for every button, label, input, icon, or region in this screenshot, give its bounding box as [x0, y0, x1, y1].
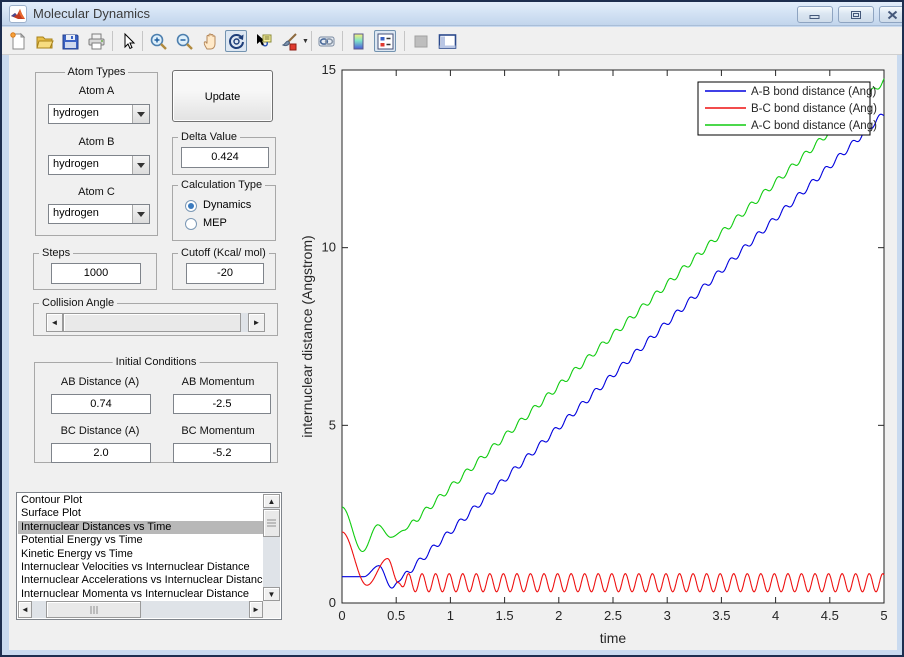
list-vertical-scrollbar[interactable]: ▲ ▼ — [263, 494, 280, 601]
page-title: Molecular Dynamics — [33, 6, 150, 21]
restore-button[interactable] — [838, 6, 874, 23]
atom-types-panel: Atom Types Atom A hydrogen Atom B hydrog… — [35, 72, 158, 236]
list-item[interactable]: Internuclear Distances vs Time — [18, 521, 263, 534]
open-file-icon[interactable] — [33, 30, 55, 52]
print-icon[interactable] — [85, 30, 107, 52]
bc-distance-label: BC Distance (A) — [45, 425, 155, 437]
scroll-right-arrow-icon[interactable]: ► — [249, 601, 263, 618]
slider-thumb[interactable] — [63, 313, 241, 332]
atom-types-title: Atom Types — [65, 66, 129, 78]
brush-data-icon[interactable] — [278, 30, 300, 52]
pan-icon[interactable] — [199, 30, 221, 52]
close-button[interactable] — [879, 6, 904, 23]
list-horizontal-scrollbar[interactable]: ◄ ► — [18, 601, 263, 618]
radio-dynamics[interactable]: Dynamics — [185, 199, 269, 213]
radio-dynamics-icon[interactable] — [185, 200, 197, 212]
matlab-app-icon — [9, 5, 27, 23]
app-window: Molecular Dynamics — [0, 0, 904, 657]
radio-mep-label: MEP — [203, 217, 227, 229]
collision-angle-panel: Collision Angle ◄ ► — [33, 303, 278, 336]
steps-panel: Steps 1000 — [33, 253, 157, 290]
scrollbar-corner — [263, 601, 280, 618]
atom-b-dropdown-arrow-icon[interactable] — [132, 156, 149, 174]
bc-momentum-label: BC Momentum — [167, 425, 269, 437]
calculation-type-panel: Calculation Type Dynamics MEP — [172, 185, 276, 241]
slider-right-arrow-icon[interactable]: ► — [248, 313, 265, 332]
delta-value-panel: Delta Value 0.424 — [172, 137, 276, 175]
ab-distance-label: AB Distance (A) — [45, 376, 155, 388]
hide-plot-tools-icon[interactable] — [410, 30, 432, 52]
figure-toolbar: ▼ — [2, 27, 902, 55]
list-item[interactable]: Internuclear Accelerations vs Internucle… — [18, 574, 263, 587]
insert-colorbar-icon[interactable] — [347, 30, 369, 52]
steps-title: Steps — [39, 247, 73, 259]
update-button[interactable]: Update — [172, 70, 273, 122]
slider-left-arrow-icon[interactable]: ◄ — [46, 313, 63, 332]
plot-type-list: Contour PlotSurface PlotInternuclear Dis… — [18, 494, 263, 601]
scroll-up-arrow-icon[interactable]: ▲ — [263, 494, 280, 508]
atom-b-dropdown[interactable]: hydrogen — [48, 155, 150, 175]
atom-c-value: hydrogen — [53, 207, 99, 219]
edit-plot-icon[interactable] — [116, 30, 138, 52]
bc-distance-field[interactable]: 2.0 — [51, 443, 151, 463]
atom-a-value: hydrogen — [53, 107, 99, 119]
minimize-button[interactable] — [797, 6, 833, 23]
data-cursor-icon[interactable] — [252, 30, 274, 52]
list-item[interactable]: Potential Energy vs Time — [18, 534, 263, 547]
delta-value-field[interactable]: 0.424 — [181, 147, 269, 168]
atom-a-dropdown-arrow-icon[interactable] — [132, 105, 149, 123]
initial-conditions-title: Initial Conditions — [113, 356, 200, 368]
zoom-in-icon[interactable] — [147, 30, 169, 52]
atom-c-dropdown-arrow-icon[interactable] — [132, 205, 149, 223]
initial-conditions-panel: Initial Conditions AB Distance (A) AB Mo… — [34, 362, 278, 463]
ab-momentum-field[interactable]: -2.5 — [173, 394, 271, 414]
insert-legend-icon[interactable] — [374, 30, 396, 52]
rotate-3d-icon[interactable] — [225, 30, 247, 52]
bc-momentum-field[interactable]: -5.2 — [173, 443, 271, 463]
title-bar[interactable]: Molecular Dynamics — [2, 2, 902, 26]
brush-dropdown-caret[interactable]: ▼ — [302, 38, 309, 45]
radio-dynamics-label: Dynamics — [203, 199, 251, 211]
scroll-down-arrow-icon[interactable]: ▼ — [263, 587, 280, 601]
atom-c-label: Atom C — [36, 186, 157, 198]
atom-a-dropdown[interactable]: hydrogen — [48, 104, 150, 124]
collision-angle-slider[interactable]: ◄ ► — [46, 313, 265, 332]
plot-type-listbox[interactable]: Contour PlotSurface PlotInternuclear Dis… — [16, 492, 282, 620]
steps-field[interactable]: 1000 — [51, 263, 141, 284]
ab-momentum-label: AB Momentum — [167, 376, 269, 388]
figure-canvas: Atom Types Atom A hydrogen Atom B hydrog… — [9, 55, 897, 650]
save-icon[interactable] — [59, 30, 81, 52]
collision-angle-title: Collision Angle — [39, 297, 117, 309]
cutoff-field[interactable]: -20 — [186, 263, 264, 284]
show-plot-tools-icon[interactable] — [436, 30, 458, 52]
atom-c-dropdown[interactable]: hydrogen — [48, 204, 150, 224]
delta-value-title: Delta Value — [178, 131, 240, 143]
cutoff-panel: Cutoff (Kcal/ mol) -20 — [172, 253, 276, 290]
radio-mep[interactable]: MEP — [185, 217, 269, 231]
list-item[interactable]: Internuclear Momenta vs Internuclear Dis… — [18, 588, 263, 601]
scroll-left-arrow-icon[interactable]: ◄ — [18, 601, 32, 618]
list-item[interactable]: Kinetic Energy vs Time — [18, 548, 263, 561]
zoom-out-icon[interactable] — [173, 30, 195, 52]
link-plot-icon[interactable] — [315, 30, 337, 52]
atom-b-label: Atom B — [36, 136, 157, 148]
list-item[interactable]: Surface Plot — [18, 507, 263, 520]
radio-mep-icon[interactable] — [185, 218, 197, 230]
atom-b-value: hydrogen — [53, 158, 99, 170]
cutoff-title: Cutoff (Kcal/ mol) — [178, 247, 269, 259]
vertical-scroll-thumb[interactable] — [263, 509, 280, 537]
list-item[interactable]: Contour Plot — [18, 494, 263, 507]
new-figure-icon[interactable] — [7, 30, 29, 52]
calculation-type-title: Calculation Type — [178, 179, 265, 191]
ab-distance-field[interactable]: 0.74 — [51, 394, 151, 414]
horizontal-scroll-thumb[interactable] — [46, 601, 141, 618]
list-item[interactable]: Internuclear Velocities vs Internuclear … — [18, 561, 263, 574]
atom-a-label: Atom A — [36, 85, 157, 97]
